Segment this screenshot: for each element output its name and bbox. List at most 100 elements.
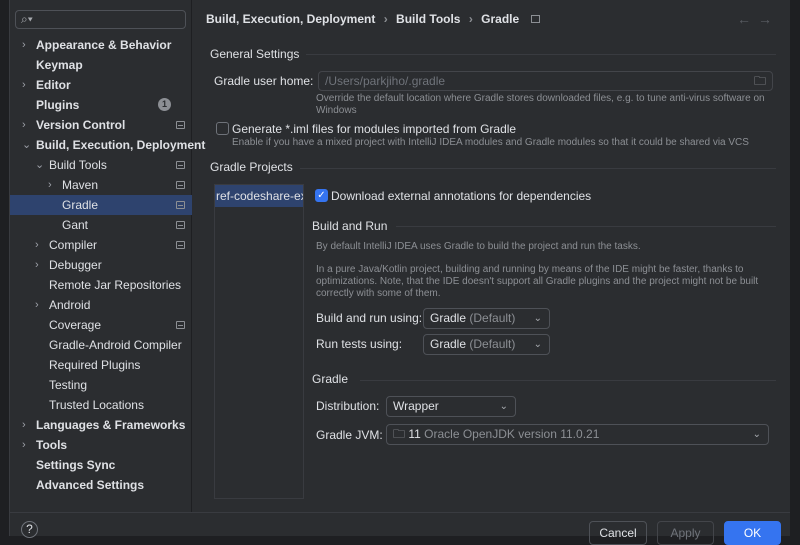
run-tests-using-label: Run tests using:	[316, 337, 403, 351]
build-run-desc: correctly with some of them.	[316, 288, 441, 299]
sidebar-item-label: Compiler	[49, 238, 98, 252]
sidebar-item-keymap[interactable]: Keymap	[10, 55, 192, 75]
background-ide-edge	[0, 0, 10, 536]
chevron-right-icon[interactable]: ›	[22, 115, 26, 135]
sidebar-item-maven[interactable]: › Maven	[10, 175, 192, 195]
gradle-user-home-label: Gradle user home:	[214, 74, 314, 88]
project-level-icon	[530, 15, 540, 23]
chevron-down-icon: ⌄	[499, 401, 508, 412]
breadcrumb-item[interactable]: Build, Execution, Deployment	[206, 12, 375, 26]
project-level-icon	[176, 221, 185, 229]
sidebar-item-testing[interactable]: Testing	[10, 375, 192, 395]
user-home-help-2: Windows	[316, 105, 357, 116]
project-level-icon	[176, 241, 185, 249]
gradle-projects-heading: Gradle Projects	[210, 160, 293, 174]
jdk-folder-icon: 🗀	[393, 427, 406, 441]
project-list-item[interactable]: ref-codeshare-ex	[215, 185, 303, 207]
sidebar-item-advanced-settings[interactable]: Advanced Settings	[10, 475, 192, 495]
sidebar-item-label: Gradle	[62, 198, 99, 212]
sidebar-item-label: Testing	[49, 378, 88, 392]
sidebar-item-label: Trusted Locations	[49, 398, 144, 412]
chevron-right-icon[interactable]: ›	[35, 235, 39, 255]
sidebar-item-label: Version Control	[36, 118, 126, 132]
dropdown-suffix: (Default)	[469, 337, 516, 351]
user-home-help: Override the default location where Grad…	[316, 93, 765, 104]
sidebar-item-compiler[interactable]: › Compiler	[10, 235, 192, 255]
sidebar-item-required-plugins[interactable]: Required Plugins	[10, 355, 192, 375]
distribution-label: Distribution:	[316, 399, 380, 413]
sidebar-item-label: Settings Sync	[36, 458, 116, 472]
settings-dialog: ⌕▾ › Appearance & Behavior Keymap › Editor Pl…	[10, 0, 790, 545]
build-run-using-dropdown[interactable]: Gradle (Default) ⌄	[423, 308, 550, 329]
sidebar-item-languages-frameworks[interactable]: › Languages & Frameworks	[10, 415, 192, 435]
apply-button[interactable]: Apply	[657, 521, 714, 545]
sidebar-item-label: Debugger	[49, 258, 102, 272]
update-count-badge: 1	[158, 98, 171, 111]
chevron-right-icon[interactable]: ›	[48, 175, 52, 195]
chevron-right-icon[interactable]: ›	[22, 415, 26, 435]
sidebar-item-label: Required Plugins	[49, 358, 141, 372]
sidebar-item-build-tools[interactable]: ⌄ Build Tools	[10, 155, 192, 175]
gradle-jvm-dropdown[interactable]: 🗀 11 Oracle OpenJDK version 11.0.21 ⌄	[386, 424, 769, 445]
sidebar-item-label: Keymap	[36, 58, 83, 72]
sidebar-item-coverage[interactable]: Coverage	[10, 315, 192, 335]
cancel-button[interactable]: Cancel	[589, 521, 647, 545]
ok-button[interactable]: OK	[724, 521, 781, 545]
help-button[interactable]: ?	[21, 521, 38, 538]
forward-arrow-icon[interactable]: →	[758, 11, 772, 27]
project-level-icon	[176, 201, 185, 209]
breadcrumb: Build, Execution, Deployment › Build Too…	[206, 12, 540, 26]
dropdown-value: Wrapper	[393, 399, 439, 413]
project-level-icon	[176, 161, 185, 169]
generate-iml-help: Enable if you have a mixed project with …	[232, 137, 749, 148]
chevron-down-icon: ⌄	[533, 339, 542, 350]
jvm-version: 11	[408, 427, 421, 441]
chevron-right-icon[interactable]: ›	[22, 75, 26, 95]
gradle-user-home-input[interactable]: /Users/parkjiho/.gradle 🗀	[318, 71, 773, 91]
sidebar-item-appearance-behavior[interactable]: › Appearance & Behavior	[10, 35, 192, 55]
generate-iml-checkbox[interactable]	[216, 122, 229, 135]
distribution-dropdown[interactable]: Wrapper ⌄	[386, 396, 516, 417]
sidebar-item-debugger[interactable]: › Debugger	[10, 255, 192, 275]
general-settings-heading: General Settings	[210, 47, 300, 61]
sidebar-item-gant[interactable]: Gant	[10, 215, 192, 235]
dropdown-value: Gradle	[430, 311, 467, 325]
divider	[396, 226, 776, 227]
sidebar-item-editor[interactable]: › Editor	[10, 75, 192, 95]
dropdown-value: Gradle	[430, 337, 467, 351]
sidebar-item-plugins[interactable]: Plugins 1	[10, 95, 192, 115]
chevron-down-icon: ⌄	[752, 429, 761, 440]
breadcrumb-item[interactable]: Build Tools	[396, 12, 460, 26]
chevron-down-icon[interactable]: ⌄	[35, 155, 44, 175]
chevron-right-icon[interactable]: ›	[22, 435, 26, 455]
gradle-jvm-label: Gradle JVM:	[316, 428, 383, 442]
sidebar-item-remote-jar-repositories[interactable]: Remote Jar Repositories	[10, 275, 192, 295]
back-arrow-icon[interactable]: ←	[737, 11, 751, 27]
sidebar-item-label: Build Tools	[49, 158, 107, 172]
sidebar-item-gradle-android-compiler[interactable]: Gradle-Android Compiler	[10, 335, 192, 355]
sidebar-item-build-execution-deployment[interactable]: ⌄ Build, Execution, Deployment	[10, 135, 205, 155]
sidebar-item-label: Android	[49, 298, 91, 312]
sidebar-item-label: Languages & Frameworks	[36, 418, 186, 432]
sidebar-item-tools[interactable]: › Tools	[10, 435, 192, 455]
sidebar-item-gradle[interactable]: Gradle	[10, 195, 192, 215]
run-tests-using-dropdown[interactable]: Gradle (Default) ⌄	[423, 334, 550, 355]
sidebar-item-label: Maven	[62, 178, 99, 192]
chevron-right-icon[interactable]: ›	[35, 255, 39, 275]
chevron-right-icon[interactable]: ›	[35, 295, 39, 315]
sidebar-item-android[interactable]: › Android	[10, 295, 192, 315]
sidebar-item-settings-sync[interactable]: Settings Sync	[10, 455, 192, 475]
sidebar-item-label: Tools	[36, 438, 68, 452]
download-annotations-label: Download external annotations for depend…	[331, 189, 592, 203]
divider	[360, 380, 776, 381]
folder-icon[interactable]: 🗀	[754, 72, 766, 90]
build-run-desc: In a pure Java/Kotlin project, building …	[316, 264, 744, 275]
chevron-right-icon[interactable]: ›	[22, 35, 26, 55]
chevron-down-icon[interactable]: ⌄	[22, 135, 31, 155]
project-level-icon	[176, 181, 185, 189]
sidebar-item-version-control[interactable]: › Version Control	[10, 115, 192, 135]
settings-search-input[interactable]: ⌕▾	[15, 10, 186, 29]
breadcrumb-item: Gradle	[481, 12, 520, 26]
sidebar-item-trusted-locations[interactable]: Trusted Locations	[10, 395, 192, 415]
download-annotations-checkbox[interactable]: ✓	[315, 189, 328, 202]
